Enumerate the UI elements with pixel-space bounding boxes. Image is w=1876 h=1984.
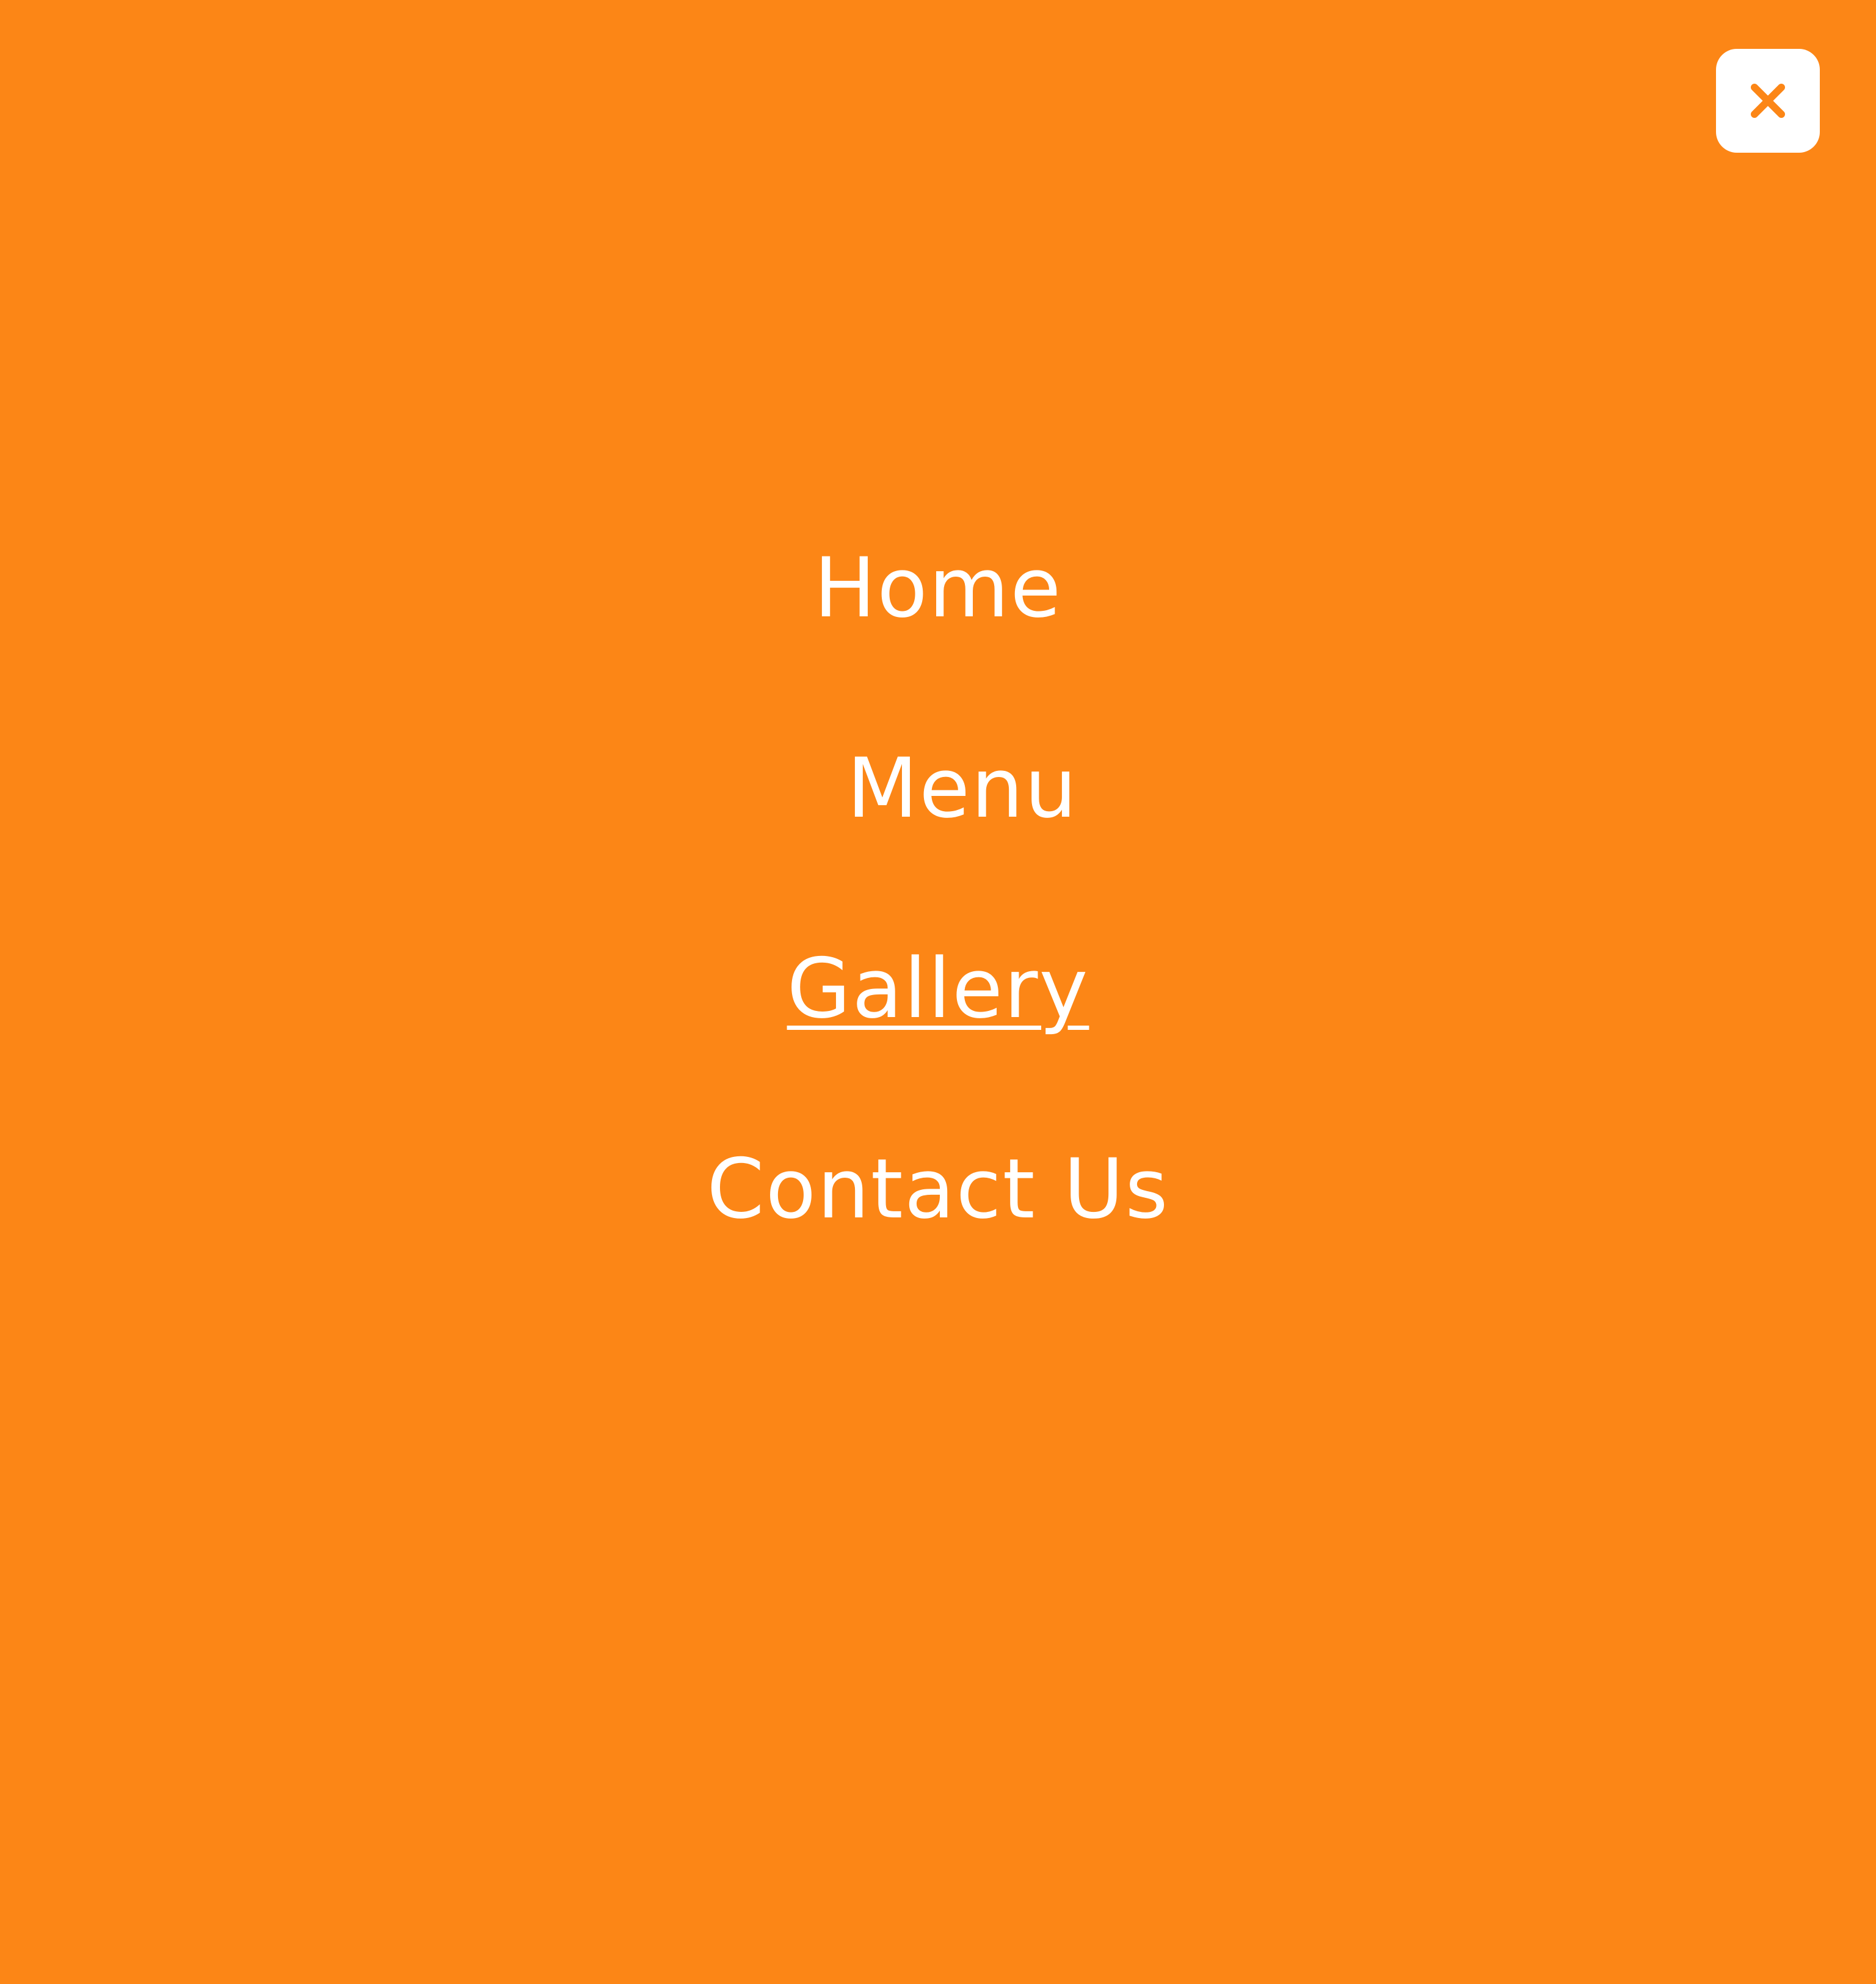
nav-item-label: Contact Us [707, 1141, 1169, 1237]
nav-item-home[interactable]: Home [0, 533, 1876, 643]
site-navigation: Home Menu Gallery Contact Us [0, 0, 1876, 1984]
nav-item-contact-us[interactable]: Contact Us [0, 1134, 1876, 1244]
nav-item-label: Menu [846, 740, 1078, 836]
nav-item-gallery[interactable]: Gallery [0, 934, 1876, 1044]
nav-item-label: Home [813, 540, 1063, 636]
nav-item-label: Gallery [787, 941, 1089, 1037]
nav-item-menu[interactable]: Menu [24, 734, 1876, 844]
